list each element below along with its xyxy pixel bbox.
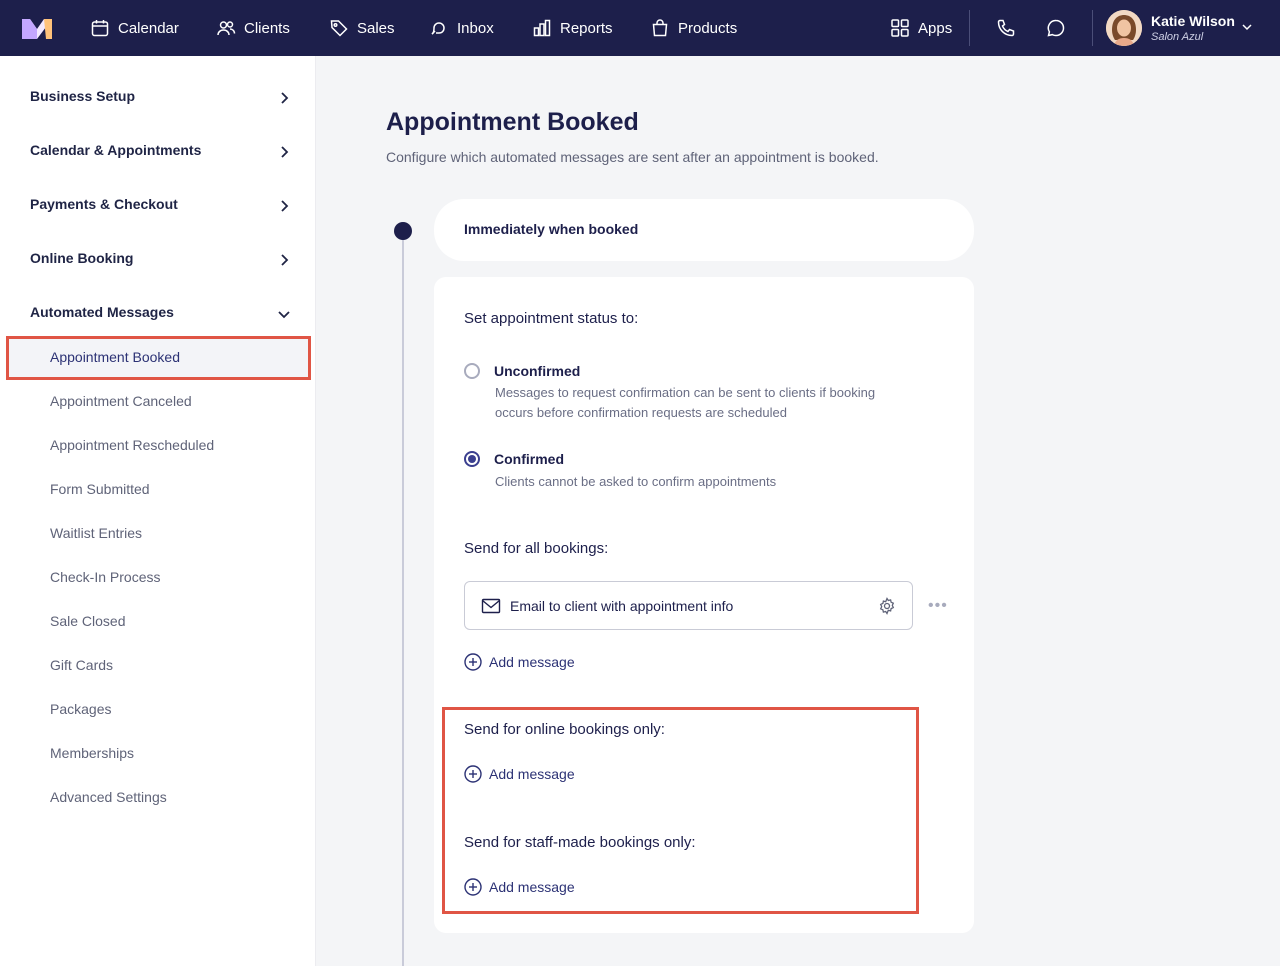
nav-clients-label: Clients <box>244 19 290 37</box>
annotation-highlight-box <box>442 707 919 914</box>
nav-clients[interactable]: Clients <box>216 0 290 56</box>
sidebar-item-appointment-rescheduled[interactable]: Appointment Rescheduled <box>50 437 214 453</box>
settings-sidebar: Business Setup Calendar & Appointments P… <box>0 56 316 966</box>
radio-confirmed[interactable] <box>464 451 480 467</box>
sidebar-item-check-in-process[interactable]: Check-In Process <box>50 569 160 585</box>
chevron-right-icon <box>281 254 289 266</box>
message-item-email[interactable]: Email to client with appointment info <box>464 581 913 630</box>
nav-sales[interactable]: Sales <box>329 0 395 56</box>
radio-unconfirmed-label[interactable]: Unconfirmed <box>494 363 580 379</box>
bag-icon <box>652 19 668 37</box>
page-description: Configure which automated messages are s… <box>386 149 879 165</box>
description-line: Messages to request confirmation can be … <box>495 385 876 400</box>
status-heading: Set appointment status to: <box>464 310 639 327</box>
avatar[interactable] <box>1106 10 1142 46</box>
more-options-icon[interactable]: ••• <box>928 597 948 615</box>
sidebar-section-label: Online Booking <box>30 250 134 266</box>
add-message-label: Add message <box>489 654 575 670</box>
nav-apps[interactable]: Apps <box>890 0 952 56</box>
nav-calendar[interactable]: Calendar <box>90 0 179 56</box>
sidebar-item-appointment-canceled[interactable]: Appointment Canceled <box>50 393 192 409</box>
all-bookings-heading: Send for all bookings: <box>464 540 609 557</box>
sidebar-item-packages[interactable]: Packages <box>50 701 111 717</box>
radio-confirmed-description: Clients cannot be asked to confirm appoi… <box>495 474 777 489</box>
timeline-line <box>402 231 404 966</box>
sidebar-section-automated-messages[interactable]: Automated Messages <box>30 304 292 324</box>
nav-products-label: Products <box>678 19 738 37</box>
tag-icon <box>330 20 348 37</box>
radio-unconfirmed-description: Messages to request confirmation can be … <box>495 383 935 423</box>
nav-products[interactable]: Products <box>650 0 737 56</box>
trigger-label: Immediately when booked <box>464 221 639 237</box>
nav-inbox-label: Inbox <box>457 19 494 37</box>
sidebar-item-gift-cards[interactable]: Gift Cards <box>50 657 113 673</box>
nav-inbox[interactable]: Inbox <box>429 0 494 56</box>
sidebar-section-label: Business Setup <box>30 88 136 104</box>
chevron-right-icon <box>281 200 289 212</box>
description-line: occurs before confirmation requests are … <box>495 405 787 420</box>
sidebar-section-label: Automated Messages <box>30 304 174 320</box>
phone-icon <box>997 19 1015 37</box>
sidebar-item-sale-closed[interactable]: Sale Closed <box>50 613 126 629</box>
sidebar-item-advanced-settings[interactable]: Advanced Settings <box>50 789 167 805</box>
users-icon <box>217 21 236 36</box>
inbox-icon <box>431 22 445 35</box>
sidebar-item-form-submitted[interactable]: Form Submitted <box>50 481 150 497</box>
top-navigation-bar: Calendar Clients Sales Inbox Reports Pro… <box>0 0 1280 56</box>
chat-button[interactable] <box>1046 0 1066 56</box>
sidebar-section-payments-checkout[interactable]: Payments & Checkout <box>30 196 292 216</box>
chevron-down-icon <box>278 311 290 319</box>
message-item-label: Email to client with appointment info <box>510 598 734 614</box>
trigger-card: Immediately when booked <box>434 199 974 261</box>
nav-reports-label: Reports <box>560 19 613 37</box>
topbar-divider <box>1092 10 1093 46</box>
user-name[interactable]: Katie Wilson <box>1151 13 1235 29</box>
sidebar-item-memberships[interactable]: Memberships <box>50 745 134 761</box>
chevron-down-icon[interactable] <box>1240 20 1254 34</box>
chevron-right-icon <box>281 146 289 158</box>
chart-icon <box>533 19 551 37</box>
nav-calendar-label: Calendar <box>118 19 179 37</box>
sidebar-item-waitlist-entries[interactable]: Waitlist Entries <box>50 525 142 541</box>
sidebar-section-label: Payments & Checkout <box>30 196 178 212</box>
radio-confirmed-label[interactable]: Confirmed <box>494 451 564 467</box>
calendar-icon <box>91 20 109 37</box>
nav-reports[interactable]: Reports <box>532 0 613 56</box>
plus-circle-icon <box>464 653 482 671</box>
chat-bubble-icon <box>1047 19 1065 37</box>
chevron-right-icon <box>281 92 289 104</box>
apps-grid-icon <box>891 19 909 37</box>
sidebar-item-appointment-booked[interactable]: Appointment Booked <box>50 349 180 365</box>
gear-icon[interactable] <box>878 597 896 615</box>
phone-button[interactable] <box>996 0 1016 56</box>
page-title: Appointment Booked <box>386 108 639 136</box>
avatar-image <box>1106 10 1142 46</box>
add-message-button-all[interactable]: Add message <box>464 653 575 671</box>
radio-unconfirmed[interactable] <box>464 363 480 379</box>
envelope-icon <box>481 598 501 614</box>
sidebar-section-business-setup[interactable]: Business Setup <box>30 88 292 108</box>
logo-icon[interactable] <box>22 17 52 39</box>
sidebar-section-calendar-appointments[interactable]: Calendar & Appointments <box>30 142 292 162</box>
sidebar-section-online-booking[interactable]: Online Booking <box>30 250 292 270</box>
nav-sales-label: Sales <box>357 19 395 37</box>
sidebar-section-label: Calendar & Appointments <box>30 142 202 158</box>
nav-apps-label: Apps <box>918 19 953 37</box>
user-business: Salon Azul <box>1151 31 1204 43</box>
timeline-dot <box>394 222 412 240</box>
topbar-divider <box>969 10 970 46</box>
